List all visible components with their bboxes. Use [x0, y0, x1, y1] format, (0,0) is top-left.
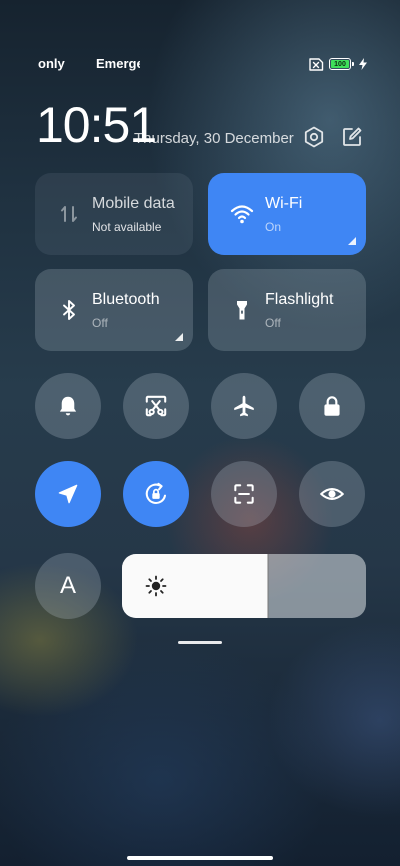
bolt-icon: [359, 58, 367, 70]
mobile-data-icon: [61, 206, 77, 222]
toggle-airplane-mode[interactable]: [211, 373, 277, 439]
toggle-location[interactable]: [35, 461, 101, 527]
date: Thursday, 30 December: [134, 130, 294, 147]
settings-hexagon-icon[interactable]: [302, 125, 326, 149]
expand-corner-icon: [348, 237, 356, 245]
eye-icon: [320, 488, 344, 500]
toggle-scanner[interactable]: [211, 461, 277, 527]
tile-flashlight[interactable]: Flashlight Off: [208, 269, 366, 351]
drag-handle[interactable]: [178, 641, 222, 644]
tile-title: Bluetooth: [92, 291, 160, 308]
tile-subtitle: Not available: [92, 220, 162, 234]
font-toggle-label: A: [59, 572, 76, 599]
location-icon: [58, 484, 78, 504]
sim-no-service-icon: [309, 57, 324, 71]
tile-mobile-data[interactable]: Mobile data Not available: [35, 173, 193, 255]
battery-icon: 100: [329, 58, 354, 70]
toggle-lock-screen[interactable]: [299, 373, 365, 439]
sun-icon: [145, 575, 167, 597]
edit-icon[interactable]: [340, 125, 364, 149]
tile-subtitle: Off: [92, 316, 108, 330]
bell-icon: [59, 396, 77, 416]
home-indicator[interactable]: [127, 856, 273, 860]
bluetooth-icon: [63, 300, 75, 320]
expand-corner-icon: [175, 333, 183, 341]
tile-bluetooth[interactable]: Bluetooth Off: [35, 269, 193, 351]
status-bar-carrier: only Emergency calls: [0, 56, 140, 72]
font-size-toggle[interactable]: A: [35, 553, 101, 619]
screenshot-icon: [145, 395, 167, 417]
brightness-slider[interactable]: [122, 554, 366, 618]
flashlight-icon: [237, 301, 247, 320]
tile-subtitle: On: [265, 220, 282, 234]
wifi-icon: [230, 205, 254, 224]
toggle-sound[interactable]: [35, 373, 101, 439]
carrier-text-1: only: [38, 56, 65, 71]
lock-icon: [324, 396, 340, 416]
toggle-screenshot[interactable]: [123, 373, 189, 439]
tile-title: Mobile data: [92, 195, 175, 212]
brightness-divider: [267, 554, 270, 618]
toggle-reading-mode[interactable]: [299, 461, 365, 527]
tile-title: Wi-Fi: [265, 195, 303, 212]
auto-rotate-lock-icon: [145, 482, 167, 505]
tile-subtitle: Off: [265, 316, 281, 330]
status-bar-indicators: 100: [308, 55, 367, 73]
carrier-text-2: Emergency calls: [96, 56, 140, 71]
airplane-icon: [234, 395, 254, 417]
scanner-icon: [234, 484, 254, 504]
tile-title: Flashlight: [265, 291, 334, 308]
toggle-rotation-lock[interactable]: [123, 461, 189, 527]
battery-level: 100: [334, 60, 346, 68]
tile-wifi[interactable]: Wi-Fi On: [208, 173, 366, 255]
